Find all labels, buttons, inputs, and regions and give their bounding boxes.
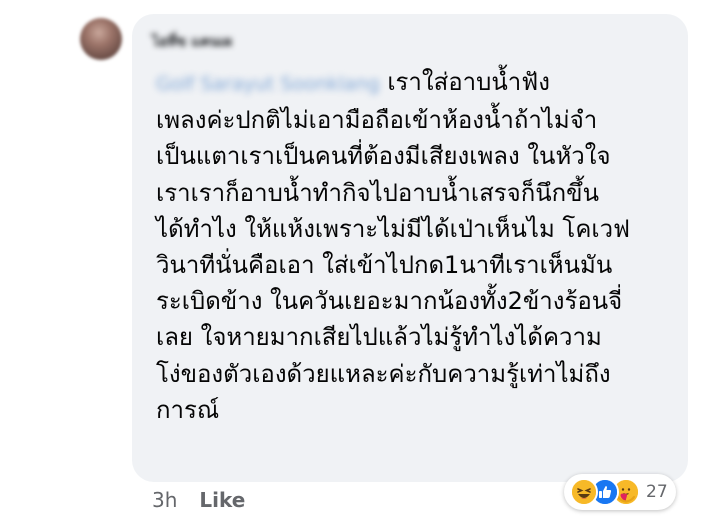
comment-line: เป็นแตาเราเป็นคนที่ต้องมีเสียงเพลง ในหัว… (156, 142, 611, 171)
comment-line: เราใส่อาบน้ำฟัง (387, 68, 550, 96)
comment-bubble: ไอที่ข แคนเผ Golf Sarayut Soonklang เราใ… (132, 14, 688, 482)
comment-author-name[interactable]: ไอที่ข แคนเผ (152, 31, 232, 53)
comment-line: ระเบิดข้าง ในควันเยอะมากน้องทั้ง2ข้างร้อ… (156, 287, 623, 316)
comment-text: Golf Sarayut Soonklang เราใส่อาบน้ำฟัง เ… (156, 64, 684, 428)
like-button[interactable]: Like (199, 488, 245, 512)
comment-footer: 3h Like (152, 488, 245, 512)
mention-link[interactable]: Golf Sarayut Soonklang (156, 66, 380, 102)
comment-line: เราเราก็อาบน้ำทำกิจไปอาบน้ำเสรจก็นึกขึ้น (156, 178, 599, 207)
comment-line: วินาทีนั่นคือเอา ใส่เข้าไปกด1นาทีเราเห็น… (156, 251, 613, 280)
comment-line: โง่ของตัวเองด้วยแหละค่ะกับความรู้เท่าไม่… (156, 359, 611, 388)
comment-line: เพลงค่ะปกติไม่เอามือถือเข้าห้องน้ำถ้าไม่… (156, 106, 598, 135)
reaction-count: 27 (646, 482, 668, 502)
comment-timestamp[interactable]: 3h (152, 488, 177, 512)
reaction-summary[interactable]: 27 (564, 474, 676, 510)
commenter-avatar[interactable] (80, 18, 122, 60)
haha-icon (570, 478, 598, 506)
comment-line: เลย ใจหายมากเสียไปแล้วไม่รู้ทำไงได้ความ (156, 323, 602, 352)
comment-line: ได้ทำไง ให้แห้งเพราะไม่มีได้เป่าเห็นไม โ… (156, 214, 631, 243)
comment-line: การณ์ (156, 395, 220, 424)
